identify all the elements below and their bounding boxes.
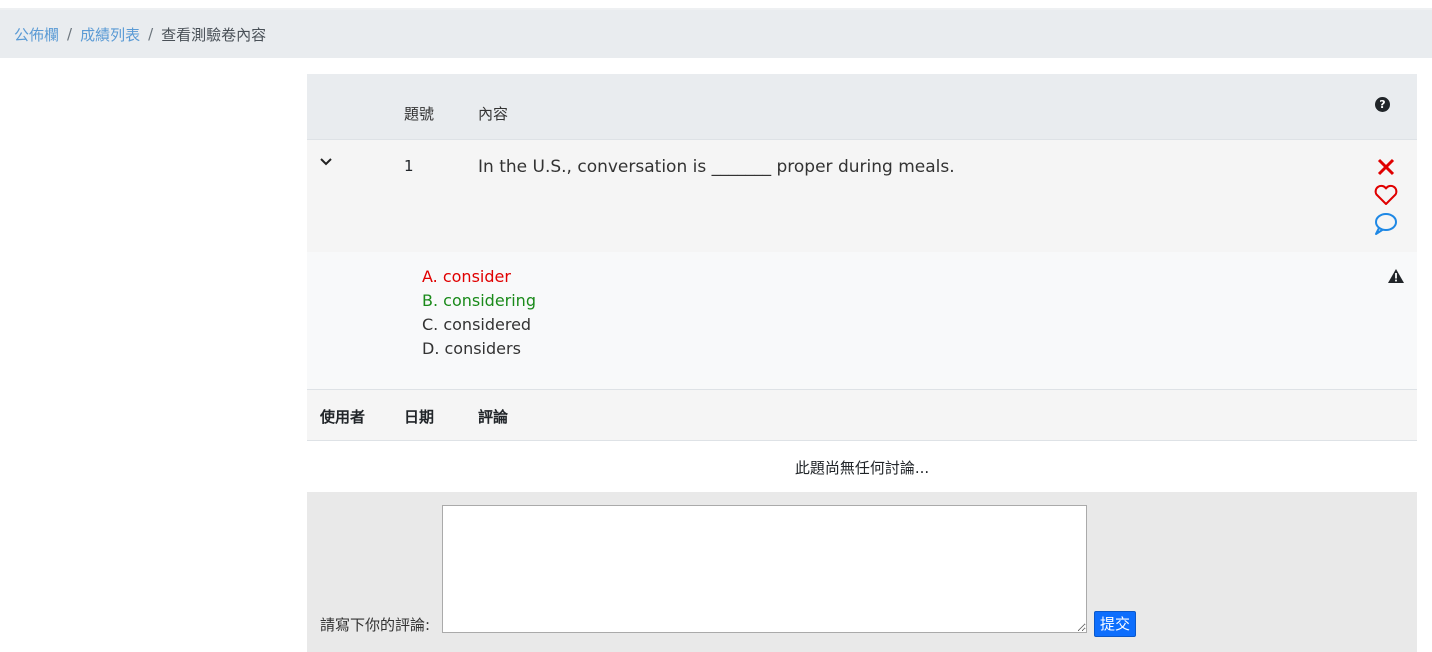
header-content: 內容 [478,105,509,123]
header-date: 日期 [404,408,435,426]
header-user: 使用者 [320,408,366,426]
comment-form: 請寫下你的評論: 提交 [307,492,1417,652]
question-circle-icon[interactable]: ? [1375,97,1390,112]
heart-icon[interactable] [1373,182,1399,208]
breadcrumb-current: 查看測驗卷內容 [161,25,267,44]
question-number: 1 [404,157,414,175]
header-comment: 評論 [478,408,509,426]
breadcrumb-separator: / [148,25,154,43]
question-panel: 題號 內容 ? 1 In the U.S., conversation is _… [307,74,1417,652]
breadcrumb-link-scores[interactable]: 成績列表 [80,24,140,45]
empty-message: 此題尚無任何討論... [794,459,930,477]
option-a: A. consider [422,267,511,286]
breadcrumb: 公佈欄 / 成績列表 / 查看測驗卷內容 [0,10,1432,58]
submit-button[interactable]: 提交 [1094,611,1137,637]
question-table-header: 題號 內容 ? [307,74,1417,139]
option-c: C. considered [422,315,532,334]
question-text: In the U.S., conversation is _______ pro… [478,157,955,177]
comments-empty-row: 此題尚無任何討論... [307,441,1417,492]
option-b: B. considering [422,291,536,310]
close-icon[interactable] [1373,154,1399,180]
chat-bubble-icon[interactable] [1373,211,1399,237]
option-d: D. considers [422,339,521,358]
chevron-down-icon[interactable] [319,154,333,168]
comments-header: 使用者 日期 評論 [307,389,1417,441]
breadcrumb-link-bulletin[interactable]: 公佈欄 [14,24,59,45]
warning-icon[interactable] [1387,268,1405,284]
top-bar [0,0,1432,10]
comment-textarea[interactable] [442,505,1087,633]
breadcrumb-separator: / [67,25,73,43]
question-row: 1 In the U.S., conversation is _______ p… [307,139,1417,253]
comment-label: 請寫下你的評論: [320,616,431,634]
header-number: 題號 [404,105,435,123]
answer-options: A. consider B. considering C. considered… [307,252,1417,389]
